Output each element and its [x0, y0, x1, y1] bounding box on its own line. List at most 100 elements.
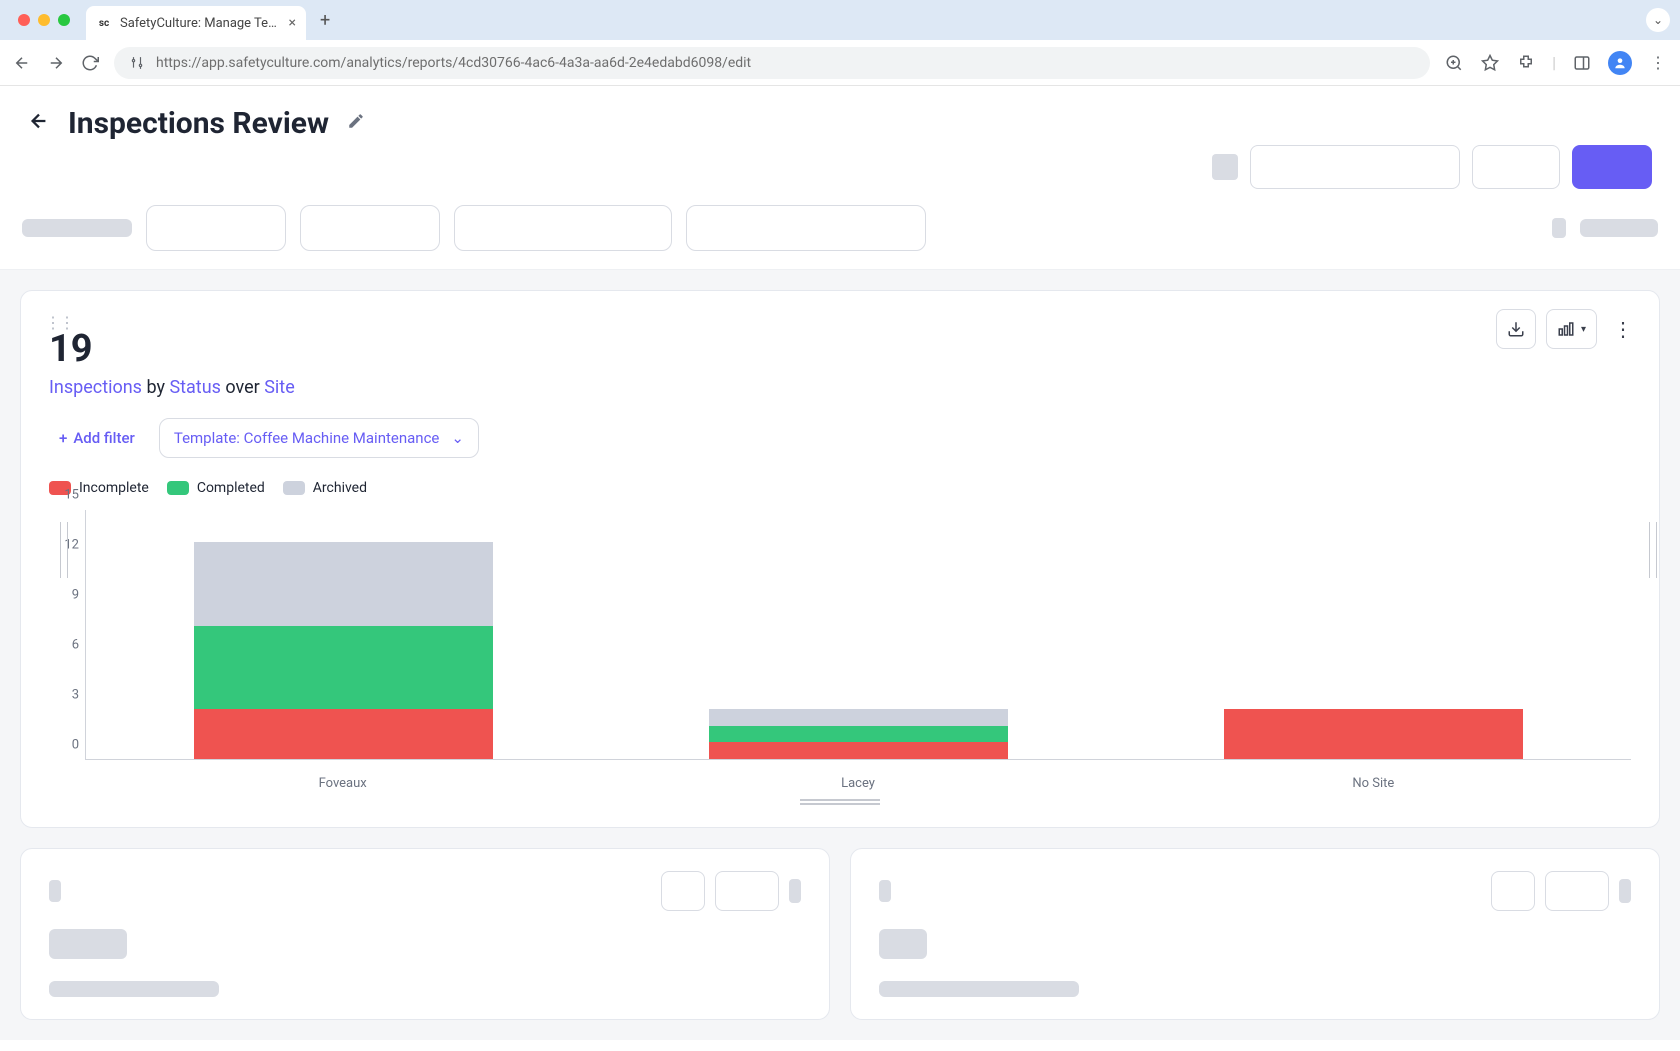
subtitle-inspections-link[interactable]: Inspections [49, 377, 142, 398]
new-tab-button[interactable]: + [314, 10, 336, 31]
bar-segment-completed[interactable] [709, 726, 1008, 743]
skeleton-subtitle [49, 981, 219, 997]
extensions-icon[interactable] [1516, 53, 1536, 73]
skeleton-icon [879, 880, 891, 902]
chart-type-dropdown[interactable]: ▾ [1546, 309, 1597, 349]
y-tick: 9 [72, 588, 79, 603]
chart-scroll-track[interactable] [800, 799, 880, 805]
app-root: Inspections Review ⋮⋮ ▾ ⋮ 19 Inspections [0, 86, 1680, 1040]
bars-container [86, 510, 1631, 759]
header-primary-button[interactable] [1572, 145, 1652, 189]
filter-3[interactable] [454, 205, 672, 251]
bar-group [86, 510, 601, 759]
content-area: ⋮⋮ ▾ ⋮ 19 Inspections by Status over Sit… [0, 270, 1680, 1040]
resize-handle-left[interactable] [60, 522, 68, 578]
bar-segment-incomplete[interactable] [709, 742, 1008, 759]
x-label: Lacey [600, 776, 1115, 791]
plus-icon: + [59, 429, 67, 447]
bar-segment-incomplete[interactable] [1224, 709, 1523, 759]
legend-item[interactable]: Completed [167, 480, 265, 496]
bar-stack[interactable] [1224, 709, 1523, 759]
skeleton-metric [879, 929, 927, 959]
maximize-window-icon[interactable] [58, 14, 70, 26]
x-label: Foveaux [85, 776, 600, 791]
close-window-icon[interactable] [18, 14, 30, 26]
add-filter-label: Add filter [73, 429, 135, 447]
bar-stack[interactable] [194, 542, 493, 759]
bar-segment-archived[interactable] [709, 709, 1008, 726]
resize-handle-right[interactable] [1649, 522, 1657, 578]
bar-stack[interactable] [709, 709, 1008, 759]
filter-1[interactable] [146, 205, 286, 251]
bookmark-icon[interactable] [1480, 53, 1500, 73]
template-filter-chip[interactable]: Template: Coffee Machine Maintenance ⌄ [159, 418, 479, 458]
card3-tool-2[interactable] [1545, 871, 1609, 911]
tab-close-icon[interactable]: × [289, 15, 296, 31]
edit-title-icon[interactable] [347, 112, 365, 135]
x-axis-labels: FoveauxLaceyNo Site [85, 776, 1631, 791]
drag-handle-icon[interactable]: ⋮⋮ [45, 313, 73, 332]
add-filter-button[interactable]: + Add filter [49, 421, 145, 455]
skeleton-icon [789, 879, 801, 903]
subtitle-status-link[interactable]: Status [169, 377, 220, 398]
card3-tool-1[interactable] [1491, 871, 1535, 911]
template-filter-label: Template: Coffee Machine Maintenance [174, 429, 440, 447]
legend-item[interactable]: Archived [283, 480, 367, 496]
bar-segment-completed[interactable] [194, 626, 493, 709]
side-panel-icon[interactable] [1572, 53, 1592, 73]
url-text: https://app.safetyculture.com/analytics/… [156, 55, 1416, 71]
bar-segment-archived[interactable] [194, 542, 493, 625]
browser-tab[interactable]: sc SafetyCulture: Manage Teams and... × [86, 6, 306, 40]
card-menu-icon[interactable]: ⋮ [1607, 317, 1639, 341]
y-tick: 0 [72, 738, 79, 753]
skeleton-icon [1552, 218, 1566, 238]
card-toolbar: ▾ ⋮ [1496, 309, 1639, 349]
browser-chrome: sc SafetyCulture: Manage Teams and... × … [0, 0, 1680, 86]
bar-group [601, 510, 1116, 759]
profile-avatar-icon[interactable] [1608, 51, 1632, 75]
legend-label: Archived [313, 480, 367, 496]
page-title: Inspections Review [68, 106, 329, 141]
header-button-2[interactable] [1472, 145, 1560, 189]
minimize-window-icon[interactable] [38, 14, 50, 26]
header-button-1[interactable] [1250, 145, 1460, 189]
skeleton-label [1580, 219, 1658, 237]
browser-toolbar-icons: | ⋮ [1444, 51, 1668, 75]
chart-area: 03691215 [49, 510, 1631, 770]
subtitle-by: by [146, 377, 165, 398]
skeleton-subtitle [879, 981, 1079, 997]
favicon-icon: sc [96, 15, 112, 31]
chart-widget-card: ⋮⋮ ▾ ⋮ 19 Inspections by Status over Sit… [20, 290, 1660, 828]
subtitle-over: over [225, 377, 259, 398]
y-tick: 3 [72, 688, 79, 703]
legend-label: Incomplete [79, 480, 149, 496]
download-button[interactable] [1496, 309, 1536, 349]
chart-plot [85, 510, 1631, 760]
legend-swatch [167, 481, 189, 495]
window-controls [10, 14, 78, 26]
bar-segment-incomplete[interactable] [194, 709, 493, 759]
nav-back-icon[interactable] [12, 53, 32, 73]
page-header: Inspections Review [0, 86, 1680, 145]
nav-forward-icon[interactable] [46, 53, 66, 73]
tabs-overflow-icon[interactable]: ⌄ [1646, 8, 1670, 32]
lower-cards-row [20, 848, 1660, 1020]
back-button[interactable] [28, 110, 50, 138]
browser-menu-icon[interactable]: ⋮ [1648, 53, 1668, 73]
chevron-down-icon: ▾ [1581, 324, 1586, 335]
chevron-down-icon: ⌄ [451, 429, 464, 447]
reload-icon[interactable] [80, 53, 100, 73]
url-field[interactable]: https://app.safetyculture.com/analytics/… [114, 47, 1430, 79]
legend-swatch [283, 481, 305, 495]
card2-tool-1[interactable] [661, 871, 705, 911]
filter-2[interactable] [300, 205, 440, 251]
site-settings-icon[interactable] [128, 54, 146, 72]
tab-strip: sc SafetyCulture: Manage Teams and... × … [0, 0, 1680, 40]
filter-4[interactable] [686, 205, 926, 251]
legend-label: Completed [197, 480, 265, 496]
subtitle-site-link[interactable]: Site [264, 377, 295, 398]
skeleton-icon [49, 880, 61, 902]
card2-tool-2[interactable] [715, 871, 779, 911]
skeleton-icon [1212, 154, 1238, 180]
zoom-icon[interactable] [1444, 53, 1464, 73]
